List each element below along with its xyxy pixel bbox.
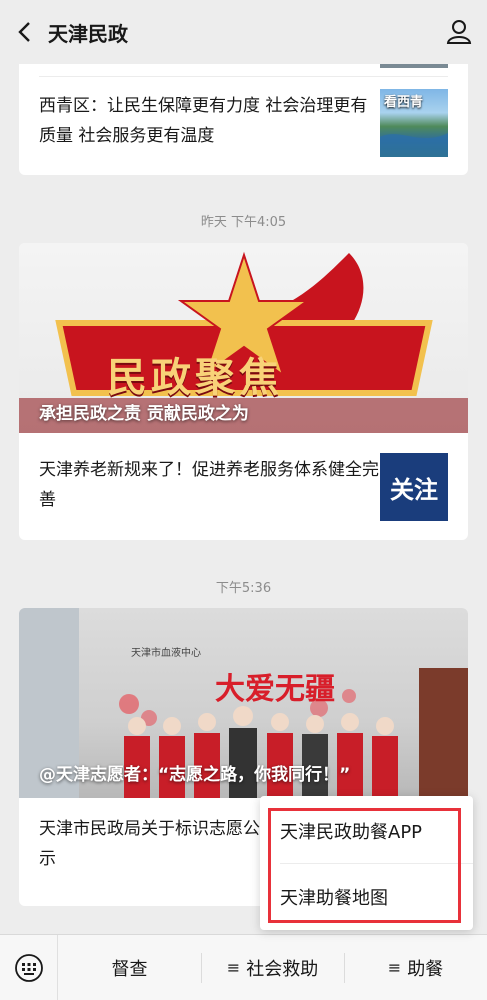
timestamp: 下午5:36 [215,581,272,596]
menu-meal-assistance[interactable]: ≡ 助餐 [344,935,487,1000]
back-button[interactable] [0,0,48,64]
user-icon [446,20,472,44]
article-title: 天津市民政局关于标识志愿公示 [39,819,260,869]
timestamp: 昨天 下午4:05 [200,215,287,230]
bottom-menu-bar: 督查 ≡ 社会救助 ≡ 助餐 [0,934,487,1000]
menu-social-assistance[interactable]: ≡ 社会救助 [201,935,344,1000]
menu-supervision[interactable]: 督查 [58,935,201,1000]
hero-caption: 承担民政之责 贡献民政之为 [39,404,249,424]
hero-caption: @天津志愿者：“志愿之路，你我同行！” [39,765,351,785]
page-title: 天津民政 [48,21,128,46]
hero-banner-text: 民政聚焦 [107,355,283,401]
top-bar: 天津民政 [0,0,487,64]
article-thumbnail: 看西青 [380,89,448,157]
chevron-left-icon [18,22,30,42]
menu-label: 督查 [111,958,148,980]
keyboard-icon [14,953,43,982]
thumbnail-text: 关注 [390,475,438,504]
submenu-popup: 天津民政助餐APP 天津助餐地图 [260,796,473,930]
article-title: 天津养老新规来了！促进养老服务体系健全完善 [39,460,379,510]
hero-wall-text: 大爱无疆 [215,672,335,707]
article-title: 西青区：让民生保障更有力度 社会治理更有质量 社会服务更有温度 [39,96,368,146]
article-thumbnail: 关注 [380,453,448,521]
article-card: 民政聚焦 承担民政之责 贡献民政之为 天津养老新规来了！促进养老服务体系健全完善… [19,243,468,540]
menu-item-meal-map[interactable]: 天津助餐地图 [260,864,473,930]
keyboard-toggle-button[interactable] [0,934,58,1000]
menu-lines-icon: ≡ [226,958,241,977]
menu-lines-icon: ≡ [387,958,402,977]
hero-image[interactable]: 天津市血液中心 大爱无疆 @天津志愿者：“志愿之路，你我同行！” [19,608,468,798]
hero-image[interactable]: 民政聚焦 承担民政之责 贡献民政之为 [19,243,468,433]
article-row[interactable]: 天津养老新规来了！促进养老服务体系健全完善 关注 [19,433,468,540]
menu-label: 助餐 [407,958,444,980]
profile-button[interactable] [431,0,487,64]
thumbnail-text: 看西青 [384,95,424,110]
article-row[interactable]: 西青区：让民生保障更有力度 社会治理更有质量 社会服务更有温度 看西青 [19,77,468,175]
menu-item-meal-app[interactable]: 天津民政助餐APP [260,798,473,864]
menu-label: 社会救助 [246,958,319,980]
hero-sign-text: 天津市血液中心 [131,648,201,659]
